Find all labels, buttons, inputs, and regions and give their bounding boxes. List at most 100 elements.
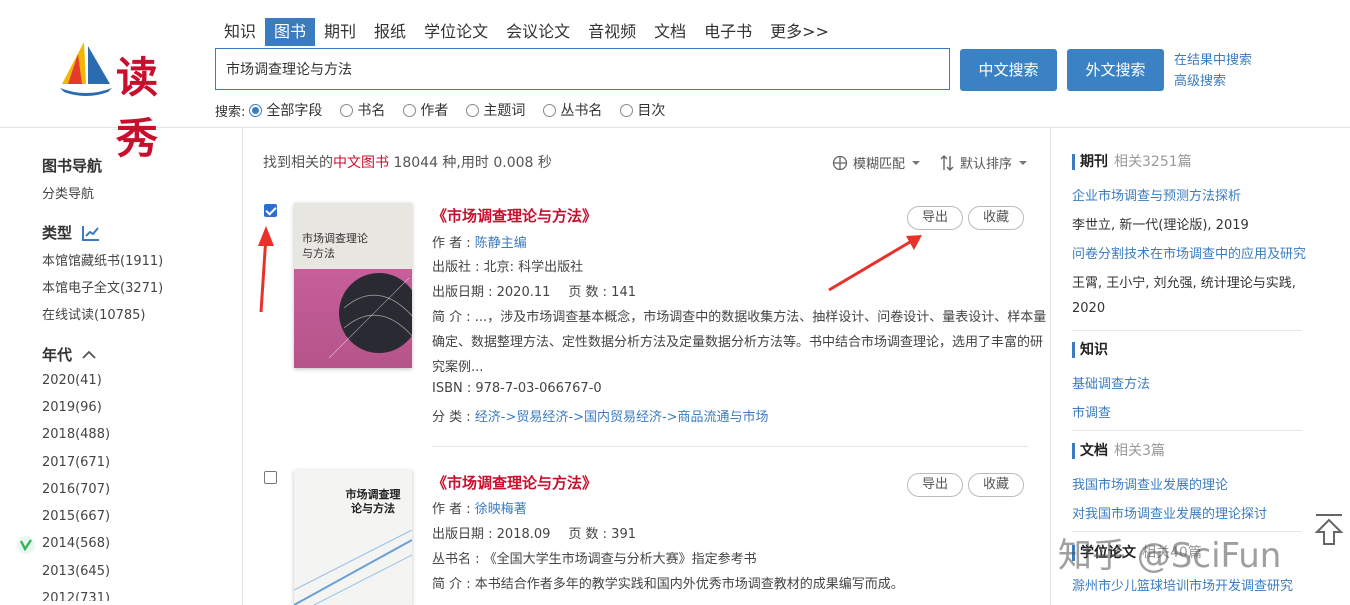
- type-item-trial[interactable]: 在线试读(10785): [42, 304, 146, 323]
- year-item-2018[interactable]: 2018(488): [42, 427, 110, 442]
- result-2-checkbox[interactable]: [264, 471, 277, 484]
- field-all-radio[interactable]: 全部字段: [249, 100, 322, 120]
- green-v-icon[interactable]: [14, 535, 38, 555]
- sort-label: 默认排序: [960, 157, 1013, 172]
- chevron-up-icon[interactable]: [82, 350, 96, 360]
- radio-icon: [543, 103, 557, 117]
- class-path-link[interactable]: 经济->贸易经济->国内贸易经济->商品流通与市场: [475, 410, 769, 425]
- chinese-search-button[interactable]: 中文搜索: [960, 49, 1057, 91]
- field-title-radio[interactable]: 书名: [340, 100, 385, 120]
- result-separator: [432, 446, 1028, 447]
- result-2-export-button[interactable]: 导出: [907, 473, 963, 497]
- back-to-top-icon[interactable]: [1313, 512, 1345, 546]
- radio-icon: [340, 103, 354, 117]
- foreign-search-button[interactable]: 外文搜索: [1067, 49, 1164, 91]
- summary-prefix: 找到相关的: [263, 155, 333, 171]
- result-2-collect-button[interactable]: 收藏: [968, 473, 1024, 497]
- result-1-publisher: 出版社 : 北京: 科学出版社: [432, 260, 584, 275]
- year-item-2017[interactable]: 2017(671): [42, 455, 110, 470]
- knowledge-item-2[interactable]: 市调查: [1072, 402, 1307, 421]
- author-link[interactable]: 徐映梅著: [475, 502, 527, 517]
- result-1-checkbox[interactable]: [264, 204, 277, 217]
- book-nav-title: 图书导航: [42, 157, 103, 175]
- year-item-2016[interactable]: 2016(707): [42, 482, 110, 497]
- summary-count: 18044 种,用时 0.008 秒: [389, 155, 552, 171]
- result-1-cover-image[interactable]: 市场调查理论与方法: [294, 203, 412, 368]
- result-1-title[interactable]: 《市场调查理论与方法》: [432, 205, 597, 226]
- journal-item-2[interactable]: 问卷分割技术在市场调查中的应用及研究: [1072, 243, 1307, 262]
- radio-icon: [403, 103, 417, 117]
- page-count: 页 数 : 141: [568, 285, 636, 300]
- sort-dropdown[interactable]: 默认排序: [940, 153, 1028, 172]
- tab-newspapers[interactable]: 报纸: [365, 18, 415, 46]
- author-link[interactable]: 陈静主编: [475, 236, 527, 251]
- result-1-abstract-line-1: 简 介 : ...，涉及市场调查基本概念，市场调查中的数据收集方法、抽样设计、问…: [432, 306, 1046, 325]
- result-1-export-button[interactable]: 导出: [907, 206, 963, 230]
- radio-icon: [620, 103, 634, 117]
- field-toc-radio[interactable]: 目次: [620, 100, 665, 120]
- year-item-2013[interactable]: 2013(645): [42, 564, 110, 579]
- search-links: 在结果中搜索 高级搜索: [1174, 50, 1252, 92]
- knowledge-section-header: 知识: [1072, 342, 1307, 358]
- tab-more[interactable]: 更多>>: [761, 18, 838, 46]
- result-1-collect-button[interactable]: 收藏: [968, 206, 1024, 230]
- category-nav-link[interactable]: 分类导航: [42, 183, 94, 202]
- result-2-date-pages: 出版日期 : 2018.09 页 数 : 391: [432, 523, 636, 542]
- type-title: 类型: [42, 224, 73, 242]
- tab-video[interactable]: 音视频: [579, 18, 645, 46]
- year-item-2019[interactable]: 2019(96): [42, 400, 102, 415]
- year-item-2020[interactable]: 2020(41): [42, 373, 102, 388]
- cover-globe-icon: [328, 273, 412, 359]
- field-author-radio[interactable]: 作者: [403, 100, 448, 120]
- document-item-2[interactable]: 对我国市场调查业发展的理论探讨: [1072, 503, 1307, 522]
- pub-date: 出版日期 : 2020.11: [432, 285, 551, 300]
- result-1-author: 作 者 : 陈静主编: [432, 232, 527, 251]
- tab-knowledge[interactable]: 知识: [215, 18, 265, 46]
- journal-item-2-year: 2020: [1072, 301, 1106, 316]
- journal-item-1[interactable]: 企业市场调查与预测方法探析: [1072, 185, 1307, 204]
- cover-lines-icon: [294, 530, 412, 605]
- result-1-date-pages: 出版日期 : 2020.11 页 数 : 141: [432, 281, 636, 300]
- tab-theses[interactable]: 学位论文: [415, 18, 497, 46]
- knowledge-item-1[interactable]: 基础调查方法: [1072, 373, 1307, 392]
- field-series-radio[interactable]: 丛书名: [543, 100, 602, 120]
- summary-type: 中文图书: [333, 155, 389, 171]
- fuzzy-match-dropdown[interactable]: 模糊匹配: [832, 153, 921, 172]
- category-tabs: 知识 图书 期刊 报纸 学位论文 会议论文 音视频 文档 电子书 更多>>: [215, 18, 838, 46]
- result-2-cover-image[interactable]: 市场调查理论与方法: [294, 470, 412, 605]
- tab-conference[interactable]: 会议论文: [497, 18, 579, 46]
- field-all-label: 全部字段: [266, 103, 323, 119]
- logo[interactable]: 读秀: [58, 38, 198, 163]
- tab-documents[interactable]: 文档: [645, 18, 695, 46]
- author-label: 作 者 :: [432, 236, 471, 251]
- search-field-options: 搜索: 全部字段 书名 作者 主题词 丛书名 目次: [215, 100, 683, 120]
- tab-books[interactable]: 图书: [265, 18, 316, 46]
- field-subject-radio[interactable]: 主题词: [466, 100, 525, 120]
- result-2-title[interactable]: 《市场调查理论与方法》: [432, 472, 597, 493]
- advanced-search-link[interactable]: 高级搜索: [1174, 71, 1252, 92]
- type-heading: 类型: [42, 222, 100, 243]
- document-item-1[interactable]: 我国市场调查业发展的理论: [1072, 474, 1307, 493]
- type-item-paper[interactable]: 本馆馆藏纸书(1911): [42, 250, 163, 269]
- type-item-ebook[interactable]: 本馆电子全文(3271): [42, 277, 163, 296]
- knowledge-title: 知识: [1080, 342, 1108, 358]
- result-1-abstract-line-3: 究案例...: [432, 360, 484, 375]
- left-divider: [242, 128, 243, 605]
- tab-journals[interactable]: 期刊: [315, 18, 365, 46]
- trend-chart-icon[interactable]: [82, 225, 100, 241]
- class-label: 分 类 :: [432, 410, 471, 425]
- search-input[interactable]: [215, 48, 950, 90]
- result-2-author: 作 者 : 徐映梅著: [432, 498, 527, 517]
- radio-icon: [466, 103, 480, 117]
- year-item-2015[interactable]: 2015(667): [42, 509, 110, 524]
- search-in-results-link[interactable]: 在结果中搜索: [1174, 50, 1252, 71]
- year-heading[interactable]: 年代: [42, 344, 96, 365]
- tab-ebooks[interactable]: 电子书: [695, 18, 761, 46]
- year-item-2012[interactable]: 2012(731): [42, 591, 110, 601]
- sort-icon: [940, 154, 954, 171]
- year-item-2014[interactable]: 2014(568): [42, 536, 110, 551]
- page-count: 页 数 : 391: [568, 527, 636, 542]
- header: 读秀 知识 图书 期刊 报纸 学位论文 会议论文 音视频 文档 电子书 更多>>…: [0, 0, 1350, 163]
- thesis-item-1[interactable]: 滁州市少儿篮球培训市场开发调查研究: [1072, 575, 1307, 594]
- document-section-header: 文档 相关3篇: [1072, 443, 1307, 459]
